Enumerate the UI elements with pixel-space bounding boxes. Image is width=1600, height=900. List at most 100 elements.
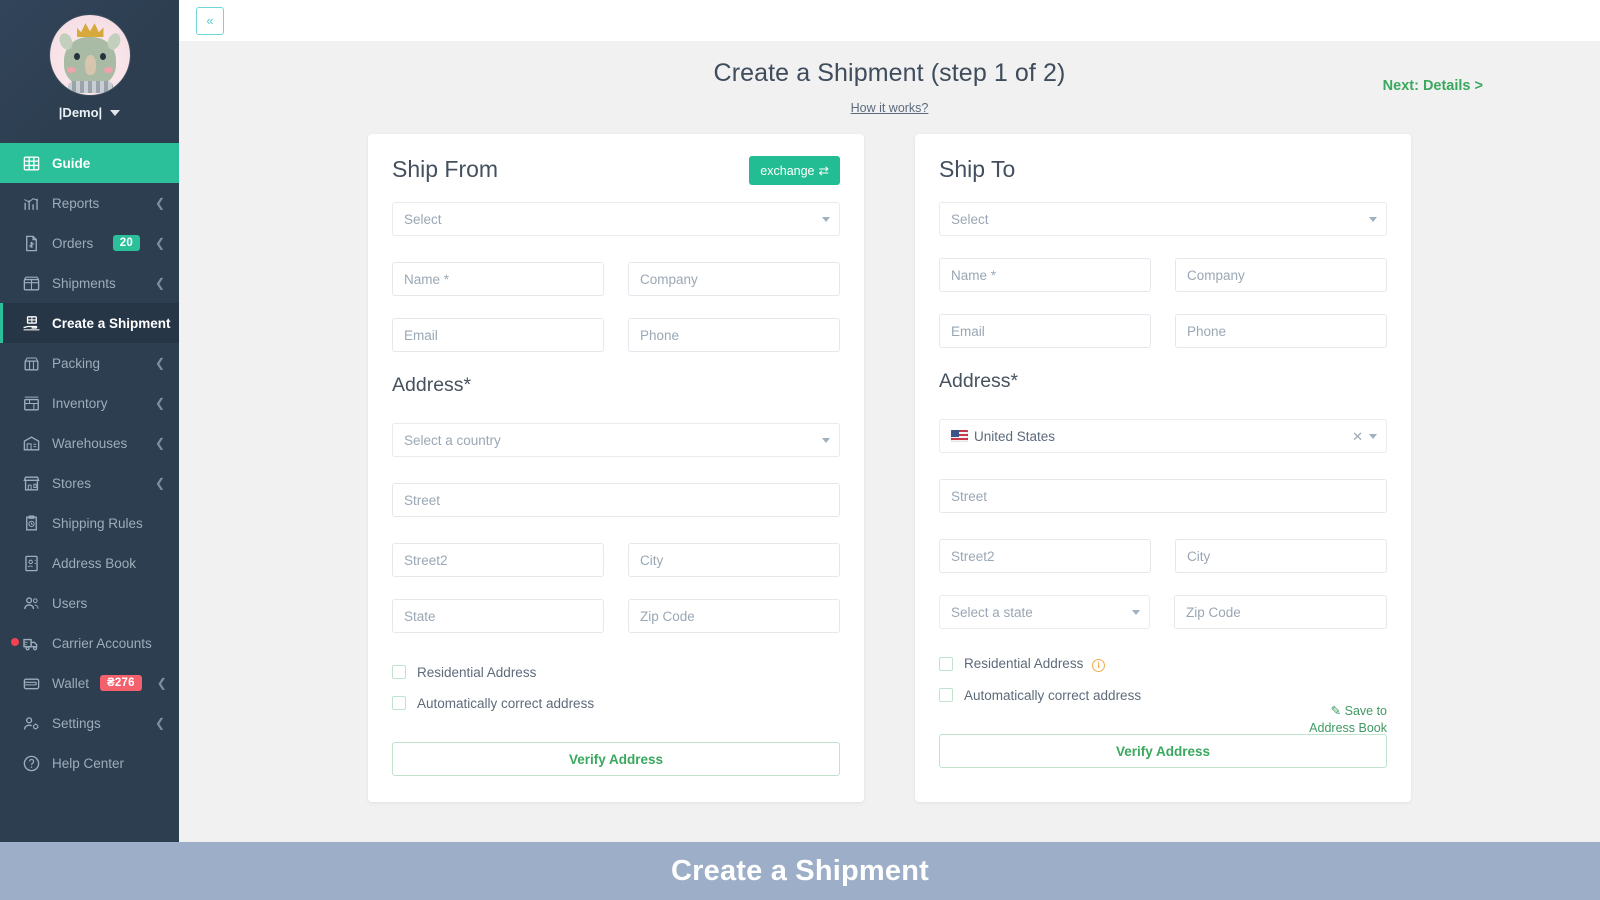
ship-from-residential-label[interactable]: Residential Address — [417, 665, 536, 680]
alert-dot-icon — [11, 638, 19, 646]
ship-to-autocorrect-checkbox[interactable] — [939, 688, 953, 702]
ship-from-autocorrect-label[interactable]: Automatically correct address — [417, 696, 594, 711]
ship-to-city-input[interactable] — [1175, 539, 1387, 573]
clear-x-icon[interactable]: ✕ — [1352, 430, 1363, 443]
ship-to-country-value-wrap: United States — [951, 429, 1352, 444]
ship-from-preset-select[interactable]: Select — [392, 202, 840, 236]
users-icon — [22, 594, 41, 613]
ship-from-residential-checkbox[interactable] — [392, 665, 406, 679]
ship-from-address-title: Address* — [392, 374, 472, 396]
ship-to-verify-address-button[interactable]: Verify Address — [939, 734, 1387, 768]
open-box-icon — [22, 354, 41, 373]
inventory-icon — [22, 394, 41, 413]
ship-from-street-input[interactable] — [392, 483, 840, 517]
chevron-left-icon: ❮ — [154, 356, 165, 370]
sidebar-item-stores[interactable]: Stores ❮ — [0, 463, 179, 503]
ship-to-phone-input[interactable] — [1175, 314, 1387, 348]
ship-from-title: Ship From — [392, 156, 499, 182]
sidebar-item-label: Warehouses — [52, 435, 128, 451]
info-circle-icon[interactable]: i — [1092, 658, 1106, 672]
ship-from-name-row — [392, 262, 840, 296]
ship-to-company-input[interactable] — [1175, 258, 1387, 292]
sidebar-item-help-center[interactable]: Help Center — [0, 743, 179, 783]
ship-from-street2-input[interactable] — [392, 543, 604, 577]
sidebar-item-create-a-shipment[interactable]: Create a Shipment — [0, 303, 179, 343]
sidebar-item-label: Inventory — [52, 395, 108, 411]
ship-to-state-value: Select a state — [951, 604, 1033, 620]
sidebar-item-warehouses[interactable]: Warehouses ❮ — [0, 423, 179, 463]
ship-from-state-zip-row — [392, 599, 840, 633]
bar-chart-icon — [22, 194, 41, 213]
bottom-overlay-text: Create a Shipment — [670, 854, 930, 887]
wallet-icon — [22, 674, 41, 693]
ship-to-residential-checkbox[interactable] — [939, 657, 953, 671]
top-bar: « — [179, 0, 1600, 41]
next-details-link[interactable]: Next: Details > — [1383, 78, 1483, 94]
ship-from-header: Ship From exchange ⇄ — [392, 156, 840, 202]
sidebar-item-label: Reports — [52, 195, 100, 211]
chevron-down-icon — [822, 216, 830, 222]
user-gear-icon — [22, 714, 41, 733]
ship-from-autocorrect-row: Automatically correct address — [392, 690, 840, 716]
question-circle-icon — [22, 754, 41, 773]
ship-from-city-input[interactable] — [628, 543, 840, 577]
sidebar-item-reports[interactable]: Reports ❮ — [0, 183, 179, 223]
ship-to-preset-select[interactable]: Select — [939, 202, 1387, 236]
ship-to-street2-input[interactable] — [939, 539, 1151, 573]
ship-from-phone-input[interactable] — [628, 318, 840, 352]
sidebar-item-guide[interactable]: Guide — [0, 143, 179, 183]
chevron-left-icon: ❮ — [154, 276, 165, 290]
clipboard-clock-icon — [22, 514, 41, 533]
sidebar-item-inventory[interactable]: Inventory ❮ — [0, 383, 179, 423]
ship-to-name-input[interactable] — [939, 258, 1151, 292]
sidebar-item-users[interactable]: Users — [0, 583, 179, 623]
warehouse-icon — [22, 434, 41, 453]
page-header: Create a Shipment (step 1 of 2) How it w… — [179, 41, 1600, 117]
grid-icon — [22, 154, 41, 173]
ship-from-company-input[interactable] — [628, 262, 840, 296]
sidebar-collapse-button[interactable]: « — [196, 6, 224, 35]
ship-to-country-select[interactable]: United States ✕ — [939, 419, 1387, 453]
sidebar-item-settings[interactable]: Settings ❮ — [0, 703, 179, 743]
orders-count-badge: 20 — [112, 235, 140, 251]
shipment-forms: Ship From exchange ⇄ Select Name * Compa… — [179, 117, 1600, 802]
sidebar-item-label: Help Center — [52, 755, 125, 771]
sidebar-item-address-book[interactable]: Address Book — [0, 543, 179, 583]
ship-hand-icon — [22, 314, 41, 333]
ship-from-zip-input[interactable] — [628, 599, 840, 633]
ship-from-preset-value: Select — [404, 211, 442, 227]
sidebar-item-packing[interactable]: Packing ❮ — [0, 343, 179, 383]
ship-to-address-title: Address* — [939, 370, 1019, 392]
save-to-address-book-link[interactable]: ✎ Save to Address Book — [1309, 703, 1387, 736]
account-menu-toggle[interactable]: |Demo| — [59, 105, 121, 120]
ship-to-residential-row: Residential Address i — [939, 651, 1387, 677]
sidebar-item-orders[interactable]: Orders 20 ❮ — [0, 223, 179, 263]
ship-from-name-input[interactable] — [392, 262, 604, 296]
sidebar-item-carrier-accounts[interactable]: Carrier Accounts — [0, 623, 179, 663]
contact-card-icon — [22, 554, 41, 573]
how-it-works-link[interactable]: How it works? — [851, 101, 929, 115]
ship-to-autocorrect-label[interactable]: Automatically correct address — [964, 688, 1141, 703]
ship-to-zip-input[interactable] — [1174, 595, 1387, 629]
ship-to-state-select[interactable]: Select a state — [939, 595, 1150, 629]
ship-from-email-input[interactable] — [392, 318, 604, 352]
ship-to-residential-label[interactable]: Residential Address i — [964, 656, 1106, 672]
sidebar-item-label: Wallet — [52, 675, 90, 691]
wallet-balance-badge: ₴276 — [100, 675, 142, 691]
ship-from-state-input[interactable] — [392, 599, 604, 633]
ship-to-card: Ship To Select Address* — [915, 134, 1411, 802]
ship-from-verify-address-button[interactable]: Verify Address — [392, 742, 840, 776]
ship-from-country-select[interactable]: Select a country — [392, 423, 840, 457]
ship-to-email-input[interactable] — [939, 314, 1151, 348]
chevron-left-icon: ❮ — [156, 676, 167, 690]
sidebar-item-shipments[interactable]: Shipments ❮ — [0, 263, 179, 303]
bottom-overlay-banner: Create a Shipment — [0, 842, 1600, 900]
exchange-button[interactable]: exchange ⇄ — [749, 156, 840, 185]
exchange-label: exchange — [760, 163, 815, 178]
ship-to-street-input[interactable] — [939, 479, 1387, 513]
sidebar-item-wallet[interactable]: Wallet ₴276 ❮ — [0, 663, 179, 703]
package-icon — [22, 274, 41, 293]
ship-to-header: Ship To — [939, 156, 1387, 202]
ship-from-autocorrect-checkbox[interactable] — [392, 696, 406, 710]
sidebar-item-shipping-rules[interactable]: Shipping Rules — [0, 503, 179, 543]
